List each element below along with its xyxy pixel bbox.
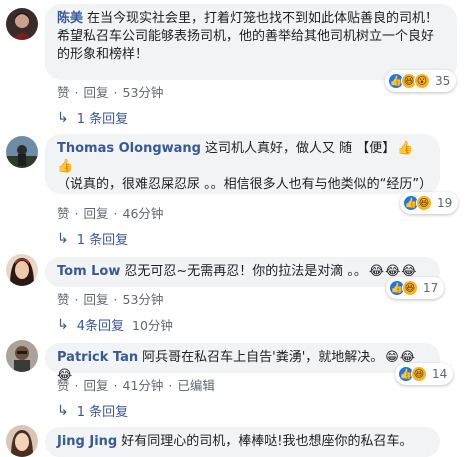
reaction-count: 35 — [435, 74, 451, 88]
edited-label[interactable]: 已编辑 — [177, 378, 215, 393]
replies-count[interactable]: 1 条回复 — [77, 401, 128, 420]
avatar[interactable] — [6, 136, 38, 168]
comment-text: 在当今现实社会里，打着灯笼也找不到如此体贴善良的司机！希望私召车公司能够表扬司机… — [57, 11, 439, 62]
like-button[interactable]: 赞 — [57, 292, 70, 307]
comment-text: 阿兵哥在私召车上自告'粪湧'，就地解决。 — [142, 350, 384, 365]
avatar-image — [6, 136, 38, 168]
avatar[interactable] — [6, 340, 38, 372]
avatar[interactable] — [6, 425, 38, 457]
avatar-image — [6, 425, 38, 457]
like-button[interactable]: 赞 — [57, 378, 70, 393]
reply-arrow-icon: ↳ — [57, 316, 69, 333]
view-replies-link[interactable]: ↳ 4条回复 10分钟 — [57, 315, 173, 335]
reply-arrow-icon: ↳ — [57, 109, 69, 126]
comment-author[interactable]: Jing Jing — [57, 434, 117, 449]
comment-time[interactable]: 53分钟 — [123, 85, 164, 100]
reply-button[interactable]: 回复 — [84, 378, 109, 393]
view-replies-link[interactable]: ↳ 1 条回复 — [57, 401, 128, 421]
haha-icon: 😆 — [402, 280, 418, 296]
replies-count[interactable]: 1 条回复 — [77, 229, 128, 248]
reaction-count: 14 — [432, 367, 448, 381]
comment-author[interactable]: 陈美 — [57, 11, 83, 26]
comment-actions: 赞 · 回复 · 53分钟 — [57, 85, 164, 100]
comment-text: 好有同理心的司机，棒棒哒!我也想座你的私召车。 — [121, 434, 413, 449]
avatar-image — [6, 340, 38, 372]
avatar-image — [6, 8, 38, 40]
like-button[interactable]: 赞 — [57, 206, 70, 221]
haha-icon: 😆 — [416, 195, 432, 211]
avatar[interactable] — [6, 8, 38, 40]
comment-actions: 赞 · 回复 · 41分钟 · 已编辑 — [57, 378, 215, 393]
comment-bubble: Patrick Tan 阿兵哥在私召车上自告'粪湧'，就地解决。 😁😂😂 — [45, 343, 440, 383]
haha-icon: 😆 — [411, 366, 427, 382]
comment-author[interactable]: Thomas Olongwang — [57, 141, 201, 156]
comment-actions: 赞 · 回复 · 46分钟 — [57, 206, 164, 221]
comment-time[interactable]: 46分钟 — [123, 206, 164, 221]
comment-author[interactable]: Tom Low — [57, 264, 120, 279]
reply-button[interactable]: 回复 — [84, 292, 109, 307]
comment-bubble: Thomas Olongwang 这司机人真好，做人又 随 【便】 👍👍 （说真的，… — [45, 134, 440, 194]
comment-text: 这司机人真好，做人又 随 【便】 — [204, 141, 396, 156]
comment-text-continued: （说真的，很难忍屎忍尿 。。相信很多人也有与他类似的“经历”） — [57, 177, 433, 192]
reply-arrow-icon: ↳ — [57, 402, 69, 419]
view-replies-link[interactable]: ↳ 1 条回复 — [57, 108, 128, 128]
wow-icon: 😮 — [414, 73, 430, 89]
reaction-summary[interactable]: 👍 😆 19 — [400, 192, 459, 214]
replies-count[interactable]: 4条回复 — [77, 315, 124, 334]
comment-time[interactable]: 41分钟 — [123, 378, 164, 393]
comment-bubble: 陈美 在当今现实社会里，打着灯笼也找不到如此体贴善良的司机！希望私召车公司能够表扬… — [45, 4, 457, 80]
comment-actions: 赞 · 回复 · 53分钟 — [57, 292, 164, 307]
avatar[interactable] — [6, 254, 38, 286]
comment-text: 忍无可忍~无需再忍！你的拉法是对滴 。。 — [124, 264, 367, 279]
avatar-image — [6, 254, 38, 286]
reaction-count: 19 — [437, 196, 453, 210]
reaction-summary[interactable]: 👍 😆 14 — [395, 363, 454, 385]
replies-count[interactable]: 1 条回复 — [77, 108, 128, 127]
comment-bubble: Tom Low 忍无可忍~无需再忍！你的拉法是对滴 。。 😂😂😂 — [45, 257, 440, 287]
replies-time: 10分钟 — [132, 318, 173, 333]
reaction-count: 17 — [423, 281, 439, 295]
reply-arrow-icon: ↳ — [57, 230, 69, 247]
reply-button[interactable]: 回复 — [84, 85, 109, 100]
reply-button[interactable]: 回复 — [84, 206, 109, 221]
view-replies-link[interactable]: ↳ 1 条回复 — [57, 229, 128, 249]
comment-author[interactable]: Patrick Tan — [57, 350, 138, 365]
like-button[interactable]: 赞 — [57, 85, 70, 100]
reaction-summary[interactable]: 👍 😆 😮 35 — [385, 70, 457, 92]
comment-time[interactable]: 53分钟 — [123, 292, 164, 307]
reaction-summary[interactable]: 👍 😆 17 — [386, 277, 445, 299]
